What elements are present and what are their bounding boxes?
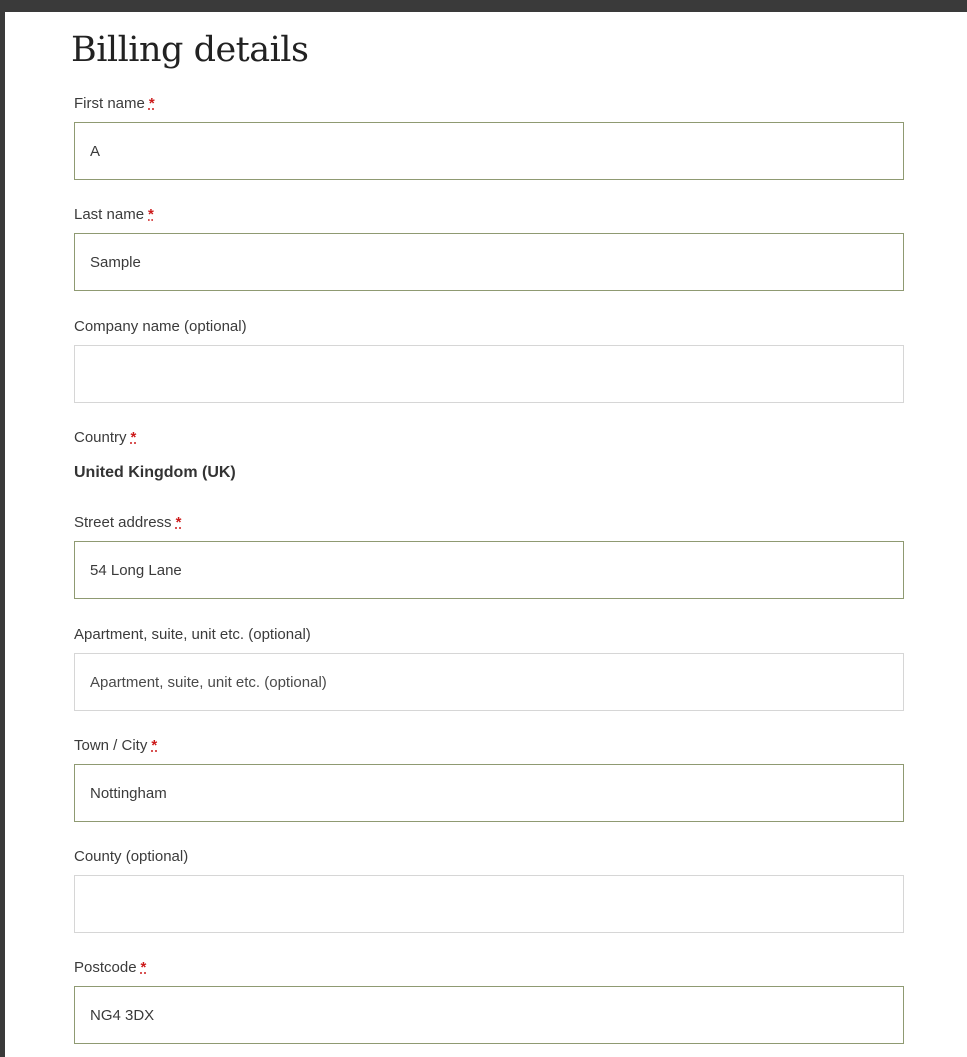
first-name-label: First name * — [74, 95, 155, 112]
postcode-field: Postcode * — [74, 958, 904, 1044]
required-marker: * — [151, 737, 158, 754]
company-name-field: Company name (optional) — [74, 317, 904, 403]
country-label: Country * — [74, 429, 137, 446]
county-input[interactable] — [74, 875, 904, 933]
town-city-field: Town / City * — [74, 736, 904, 822]
apartment-input[interactable] — [74, 653, 904, 711]
billing-details-title: Billing details — [71, 30, 309, 70]
postcode-input[interactable] — [74, 986, 904, 1044]
page: Billing details First name* Last name* C… — [5, 12, 967, 1057]
required-marker: * — [140, 959, 147, 976]
company-name-label: Company name (optional) — [74, 318, 247, 335]
first-name-field: First name * — [74, 94, 904, 180]
apartment-field: Apartment, suite, unit etc. (optional) — [74, 625, 904, 711]
country-value: United Kingdom (UK) — [74, 464, 236, 481]
last-name-input[interactable] — [74, 233, 904, 291]
street-address-input[interactable] — [74, 541, 904, 599]
company-name-input[interactable] — [74, 345, 904, 403]
county-label: County (optional) — [74, 848, 189, 865]
apartment-label: Apartment, suite, unit etc. (optional) — [74, 626, 311, 643]
first-name-input[interactable] — [74, 122, 904, 180]
required-marker: * — [148, 206, 154, 223]
required-marker: * — [175, 514, 182, 531]
county-field: County (optional) — [74, 847, 904, 933]
postcode-label: Postcode * — [74, 959, 147, 976]
last-name-field: Last name * — [74, 205, 904, 291]
required-marker: * — [148, 95, 155, 112]
street-address-label: Street address * — [74, 514, 182, 531]
town-city-label: Town / City * — [74, 737, 158, 754]
last-name-label: Last name * — [74, 206, 154, 223]
street-address-field: Street address * — [74, 513, 904, 599]
town-city-input[interactable] — [74, 764, 904, 822]
country-field: Country * United Kingdom (UK) — [74, 428, 904, 481]
required-marker: * — [130, 429, 137, 446]
